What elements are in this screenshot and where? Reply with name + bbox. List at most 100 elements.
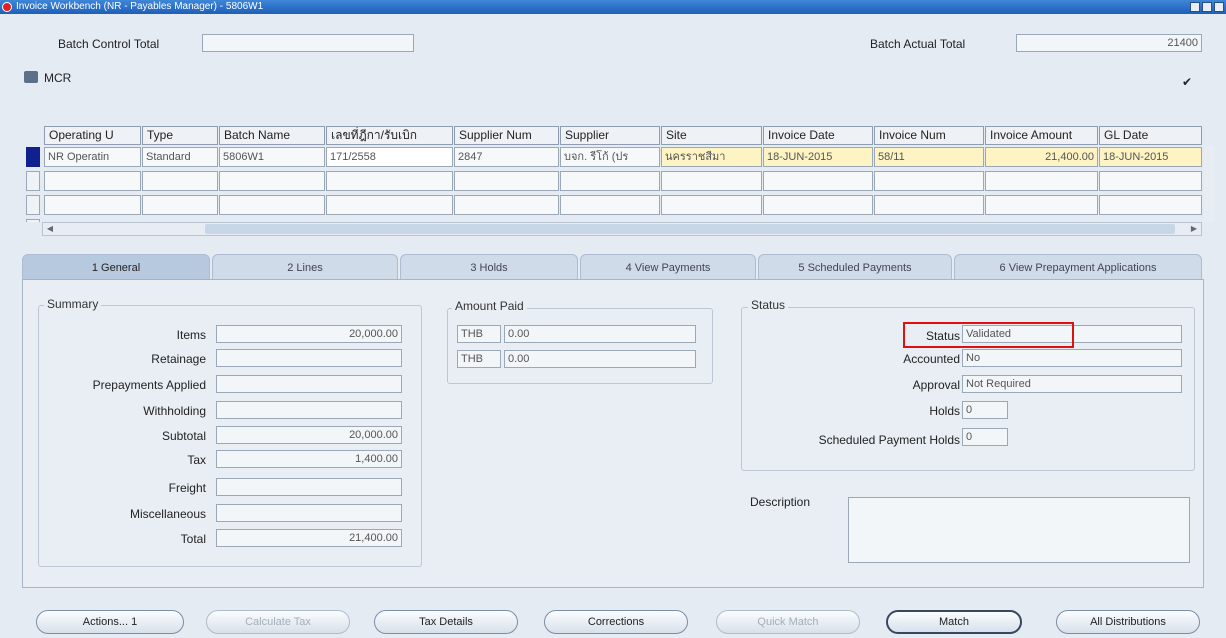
grid-cell[interactable]	[142, 195, 218, 215]
grid-cell[interactable]	[454, 171, 559, 191]
summary-field-prepayments-applied[interactable]	[216, 375, 402, 393]
tab-scheduled-payments[interactable]: 5 Scheduled Payments	[758, 254, 952, 280]
amount-paid-title: Amount Paid	[452, 299, 527, 313]
current-record-indicator[interactable]	[26, 147, 40, 167]
grid-cell[interactable]	[219, 171, 325, 191]
summary-field-items[interactable]: 20,000.00	[216, 325, 402, 343]
grid-vertical-scrollbar[interactable]	[1204, 146, 1214, 222]
record-indicator[interactable]	[26, 171, 40, 191]
record-indicator[interactable]	[26, 219, 40, 222]
grid-cell-gl-date[interactable]: 18-JUN-2015	[1099, 147, 1202, 167]
grid-cell[interactable]	[1099, 171, 1202, 191]
grid-cell[interactable]	[219, 195, 325, 215]
amount-paid-value[interactable]: 0.00	[504, 325, 696, 343]
summary-field-retainage[interactable]	[216, 349, 402, 367]
grid-cell[interactable]	[326, 195, 453, 215]
col-header-type[interactable]: Type	[142, 126, 218, 145]
batch-actual-total-label: Batch Actual Total	[870, 37, 966, 51]
col-header-voucher-no[interactable]: เลขที่ฎีกา/รับเบิก	[326, 126, 453, 145]
grid-cell-voucher-no[interactable]: 171/2558	[326, 147, 453, 167]
col-header-invoice-date[interactable]: Invoice Date	[763, 126, 873, 145]
col-header-batch-name[interactable]: Batch Name	[219, 126, 325, 145]
scroll-left-icon[interactable]: ◀	[43, 223, 57, 235]
corrections-button[interactable]: Corrections	[544, 610, 688, 634]
grid-cell-supplier-num[interactable]: 2847	[454, 147, 559, 167]
close-icon[interactable]	[1214, 2, 1224, 12]
grid-cell-batch-name[interactable]: 5806W1	[219, 147, 325, 167]
status-field-approval: Not Required	[962, 375, 1182, 393]
col-header-invoice-num[interactable]: Invoice Num	[874, 126, 984, 145]
grid-cell[interactable]	[985, 171, 1098, 191]
summary-label-items: Items	[176, 328, 206, 342]
summary-field-tax[interactable]: 1,400.00	[216, 450, 402, 468]
tab-view-prepayment-applications[interactable]: 6 View Prepayment Applications	[954, 254, 1202, 280]
record-indicator[interactable]	[26, 195, 40, 215]
grid-cell-type[interactable]: Standard	[142, 147, 218, 167]
amount-paid-currency[interactable]: THB	[457, 350, 501, 368]
summary-field-total[interactable]: 21,400.00	[216, 529, 402, 547]
col-header-operating-unit[interactable]: Operating U	[44, 126, 141, 145]
grid-cell-invoice-num[interactable]: 58/11	[874, 147, 984, 167]
summary-label-total: Total	[180, 532, 206, 546]
actions-button[interactable]: Actions... 1	[36, 610, 184, 634]
minimize-icon[interactable]	[1190, 2, 1200, 12]
grid-cell[interactable]	[326, 171, 453, 191]
grid-cell[interactable]	[454, 195, 559, 215]
grid-cell-site[interactable]: นครราชสีมา	[661, 147, 762, 167]
tab-holds[interactable]: 3 Holds	[400, 254, 578, 280]
match-button[interactable]: Match	[886, 610, 1022, 634]
status-field-scheduled-payment-holds: 0	[962, 428, 1008, 446]
summary-field-miscellaneous[interactable]	[216, 504, 402, 522]
col-header-supplier[interactable]: Supplier	[560, 126, 660, 145]
col-header-supplier-num[interactable]: Supplier Num	[454, 126, 559, 145]
tab-general[interactable]: 1 General	[22, 254, 210, 280]
grid-cell[interactable]	[1099, 195, 1202, 215]
tax-details-button[interactable]: Tax Details	[374, 610, 518, 634]
grid-cell[interactable]	[985, 195, 1098, 215]
grid-cell[interactable]	[661, 195, 762, 215]
batch-control-total-field[interactable]	[202, 34, 414, 52]
grid-cell-operating-unit[interactable]: NR Operatin	[44, 147, 141, 167]
mcr-checkbox[interactable]: ✔	[1182, 75, 1192, 89]
maximize-icon[interactable]	[1202, 2, 1212, 12]
grid-cell-supplier[interactable]: บจก. รีโก้ (ปร	[560, 147, 660, 167]
grid-cell[interactable]	[560, 171, 660, 191]
grid-cell[interactable]	[763, 195, 873, 215]
grid-cell-invoice-date[interactable]: 18-JUN-2015	[763, 147, 873, 167]
col-header-invoice-amount[interactable]: Invoice Amount	[985, 126, 1098, 145]
calculate-tax-button[interactable]: Calculate Tax	[206, 610, 350, 634]
folder-icon[interactable]	[24, 71, 38, 83]
window-title: Invoice Workbench (NR - Payables Manager…	[16, 1, 264, 12]
status-field-accounted: No	[962, 349, 1182, 367]
status-highlight-box	[903, 322, 1074, 348]
tab-view-payments[interactable]: 4 View Payments	[580, 254, 756, 280]
scrollbar-thumb[interactable]	[205, 224, 1175, 234]
scroll-right-icon[interactable]: ▶	[1187, 223, 1201, 235]
grid-cell[interactable]	[44, 171, 141, 191]
batch-control-total-label: Batch Control Total	[58, 37, 160, 51]
summary-label-freight: Freight	[168, 481, 206, 495]
col-header-site[interactable]: Site	[661, 126, 762, 145]
grid-cell[interactable]	[142, 171, 218, 191]
summary-field-subtotal[interactable]: 20,000.00	[216, 426, 402, 444]
grid-cell-invoice-amount[interactable]: 21,400.00	[985, 147, 1098, 167]
grid-cell[interactable]	[874, 195, 984, 215]
amount-paid-currency[interactable]: THB	[457, 325, 501, 343]
grid-cell[interactable]	[661, 171, 762, 191]
description-field[interactable]	[848, 497, 1190, 563]
tab-lines[interactable]: 2 Lines	[212, 254, 398, 280]
status-field-holds: 0	[962, 401, 1008, 419]
grid-cell[interactable]	[763, 171, 873, 191]
grid-horizontal-scrollbar[interactable]: ◀ ▶	[42, 222, 1202, 236]
grid-cell[interactable]	[560, 195, 660, 215]
col-header-gl-date[interactable]: GL Date	[1099, 126, 1202, 145]
batch-actual-total-field[interactable]: 21400	[1016, 34, 1202, 52]
grid-cell[interactable]	[874, 171, 984, 191]
grid-cell[interactable]	[44, 195, 141, 215]
all-distributions-button[interactable]: All Distributions	[1056, 610, 1200, 634]
summary-label-retainage: Retainage	[151, 352, 206, 366]
summary-field-withholding[interactable]	[216, 401, 402, 419]
summary-field-freight[interactable]	[216, 478, 402, 496]
amount-paid-value[interactable]: 0.00	[504, 350, 696, 368]
quick-match-button[interactable]: Quick Match	[716, 610, 860, 634]
